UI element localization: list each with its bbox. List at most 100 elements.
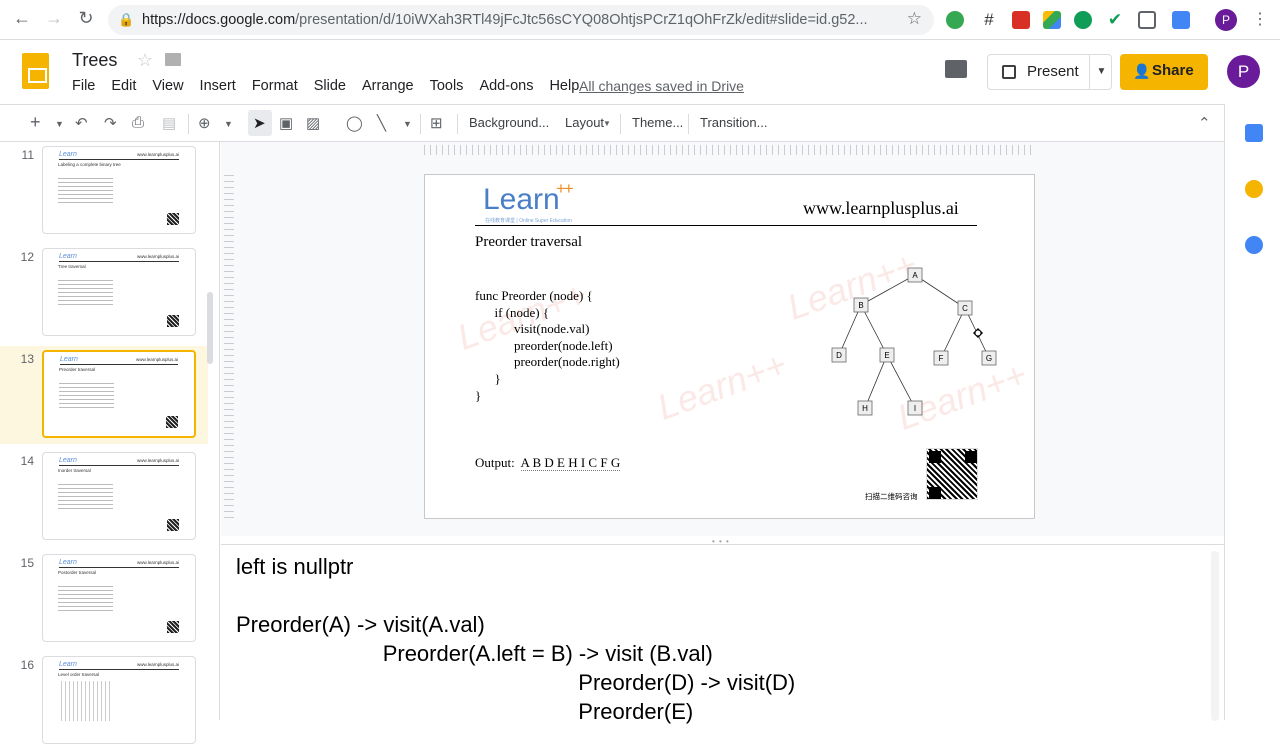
document-title[interactable]: Trees bbox=[72, 50, 117, 71]
horizontal-ruler bbox=[424, 145, 1035, 155]
tasks-icon[interactable] bbox=[1245, 236, 1263, 254]
drive-icon[interactable] bbox=[1043, 11, 1061, 29]
present-dropdown-icon[interactable]: ▼ bbox=[1089, 55, 1113, 89]
star-icon[interactable]: ☆ bbox=[137, 50, 153, 71]
extension-icon-2[interactable] bbox=[1074, 11, 1092, 29]
slide-title[interactable]: Preorder traversal bbox=[475, 234, 582, 251]
background-button[interactable]: Background... bbox=[469, 115, 549, 130]
menu-view[interactable]: View bbox=[152, 78, 183, 94]
keep-icon[interactable] bbox=[1245, 180, 1263, 198]
slide-thumbnail[interactable]: Learn www.learnplusplus.ai Labeling a co… bbox=[42, 146, 196, 234]
print-icon[interactable]: ⎙ bbox=[132, 114, 144, 131]
slides-logo-icon[interactable] bbox=[22, 53, 49, 89]
menu-arrange[interactable]: Arrange bbox=[362, 78, 414, 94]
slide-thumbnail-row[interactable]: 16 Learn www.learnplusplus.ai Level orde… bbox=[0, 652, 208, 750]
side-panel bbox=[1224, 104, 1280, 720]
zoom-icon[interactable]: ⊕ bbox=[198, 114, 211, 132]
code-block[interactable]: func Preorder (node) { if (node) { visit… bbox=[475, 288, 620, 404]
slide-thumbnail-row[interactable]: 12 Learn www.learnplusplus.ai Tree trave… bbox=[0, 244, 208, 342]
thumb-text-lines bbox=[59, 380, 114, 410]
slide-website[interactable]: www.learnplusplus.ai bbox=[803, 198, 959, 219]
layout-dropdown-icon[interactable]: ▼ bbox=[603, 119, 611, 128]
notes-scrollbar[interactable] bbox=[1211, 551, 1219, 721]
thumb-rule bbox=[60, 364, 178, 365]
tree-edge bbox=[864, 354, 888, 409]
folder-icon[interactable] bbox=[165, 53, 181, 66]
bookmark-star-icon[interactable]: ☆ bbox=[907, 9, 922, 29]
thumb-title: Preorder traversal bbox=[59, 367, 96, 372]
new-slide-icon[interactable]: + bbox=[30, 112, 41, 133]
lock-icon: 🔒 bbox=[118, 12, 135, 27]
filmstrip-scrollbar[interactable] bbox=[207, 292, 213, 364]
thumb-text-lines bbox=[58, 481, 113, 511]
binary-tree-diagram[interactable]: A B C D E F G H I bbox=[823, 263, 1003, 433]
browser-avatar[interactable]: P bbox=[1215, 9, 1237, 31]
toolbar-divider bbox=[420, 114, 421, 134]
calendar-icon[interactable] bbox=[1245, 124, 1263, 142]
slide-thumbnail-selected[interactable]: Learn www.learnplusplus.ai Preorder trav… bbox=[42, 350, 196, 438]
undo-icon[interactable]: ↶ bbox=[75, 114, 88, 132]
menu-help[interactable]: Help bbox=[549, 78, 579, 94]
address-bar[interactable]: 🔒 https://docs.google.com/presentation/d… bbox=[108, 5, 934, 35]
account-avatar[interactable]: P bbox=[1227, 55, 1260, 88]
new-slide-dropdown-icon[interactable]: ▼ bbox=[55, 119, 64, 129]
add-comment-icon[interactable]: ⊞ bbox=[430, 114, 443, 132]
slide-thumbnail-row[interactable]: 11 Learn www.learnplusplus.ai Labeling a… bbox=[0, 142, 208, 240]
menu-file[interactable]: File bbox=[72, 78, 95, 94]
layout-button[interactable]: Layout bbox=[565, 115, 604, 130]
hash-extension-icon[interactable]: # bbox=[980, 11, 998, 29]
forward-icon[interactable]: → bbox=[42, 8, 66, 29]
thumb-rule bbox=[59, 567, 179, 568]
speaker-notes-text[interactable]: left is nullptr Preorder(A) -> visit(A.v… bbox=[236, 552, 795, 726]
share-label: Share bbox=[1152, 62, 1194, 79]
shape-icon[interactable]: ◯ bbox=[346, 114, 363, 132]
menu-edit[interactable]: Edit bbox=[111, 78, 136, 94]
comments-icon[interactable] bbox=[945, 60, 967, 78]
menu-addons[interactable]: Add-ons bbox=[479, 78, 533, 94]
reload-icon[interactable]: ↻ bbox=[74, 8, 98, 29]
line-dropdown-icon[interactable]: ▼ bbox=[403, 119, 412, 129]
slide-editor[interactable]: Learn++ Learn++ Learn++ Learn++ Learn ++… bbox=[424, 174, 1035, 519]
collapse-toolbar-icon[interactable]: ⌃ bbox=[1198, 114, 1211, 132]
extension-icon[interactable] bbox=[946, 11, 964, 29]
menu-format[interactable]: Format bbox=[252, 78, 298, 94]
save-status[interactable]: All changes saved in Drive bbox=[579, 78, 744, 94]
pdf-extension-icon[interactable] bbox=[1012, 11, 1030, 29]
share-button[interactable]: 👤 Share bbox=[1120, 54, 1208, 90]
slide-thumbnail-row-selected[interactable]: 13 Learn www.learnplusplus.ai Preorder t… bbox=[0, 346, 208, 444]
tree-node-e: E bbox=[884, 351, 889, 360]
tree-node-c: C bbox=[962, 304, 968, 313]
toolbar-divider bbox=[457, 114, 458, 134]
slide-thumbnail[interactable]: Learn www.learnplusplus.ai Inorder trave… bbox=[42, 452, 196, 540]
redo-icon[interactable]: ↷ bbox=[104, 114, 117, 132]
more-vert-icon[interactable]: ⋮ bbox=[1252, 9, 1268, 29]
slide-thumbnail-row[interactable]: 14 Learn www.learnplusplus.ai Inorder tr… bbox=[0, 448, 208, 546]
select-cursor-icon[interactable]: ➤ bbox=[253, 114, 266, 132]
slide-thumbnail[interactable]: Learn www.learnplusplus.ai Postorder tra… bbox=[42, 554, 196, 642]
speaker-notes[interactable]: left is nullptr Preorder(A) -> visit(A.v… bbox=[221, 544, 1224, 724]
slide-thumbnail[interactable]: Learn www.learnplusplus.ai Level order t… bbox=[42, 656, 196, 744]
menu-slide[interactable]: Slide bbox=[314, 78, 346, 94]
zoom-dropdown-icon[interactable]: ▼ bbox=[224, 119, 233, 129]
output-line[interactable]: Output: A B D E H I C F G bbox=[475, 455, 621, 471]
transition-button[interactable]: Transition... bbox=[700, 115, 767, 130]
url-text[interactable]: https://docs.google.com/presentation/d/1… bbox=[142, 12, 868, 28]
menu-insert[interactable]: Insert bbox=[200, 78, 236, 94]
watermark: Learn++ bbox=[651, 343, 792, 428]
image-icon[interactable]: ▨ bbox=[306, 114, 320, 132]
menu-tools[interactable]: Tools bbox=[430, 78, 464, 94]
slide-thumbnail-row[interactable]: 15 Learn www.learnplusplus.ai Postorder … bbox=[0, 550, 208, 648]
thumb-title: Postorder traversal bbox=[58, 570, 97, 575]
text-box-icon[interactable]: ▣ bbox=[279, 114, 293, 132]
check-icon[interactable]: ✔ bbox=[1106, 11, 1124, 29]
tree-edge bbox=[940, 307, 966, 359]
back-icon[interactable]: ← bbox=[10, 8, 34, 29]
extension-icon-4[interactable] bbox=[1172, 11, 1190, 29]
line-icon[interactable]: ╲ bbox=[377, 114, 386, 132]
slide-thumbnail[interactable]: Learn www.learnplusplus.ai Tree traversa… bbox=[42, 248, 196, 336]
extension-icon-3[interactable] bbox=[1138, 11, 1156, 29]
theme-button[interactable]: Theme... bbox=[632, 115, 683, 130]
paint-format-icon[interactable]: ▤ bbox=[162, 114, 176, 132]
present-button[interactable]: Present ▼ bbox=[987, 54, 1112, 90]
thumb-title: Labeling a complete binary tree bbox=[58, 162, 121, 167]
